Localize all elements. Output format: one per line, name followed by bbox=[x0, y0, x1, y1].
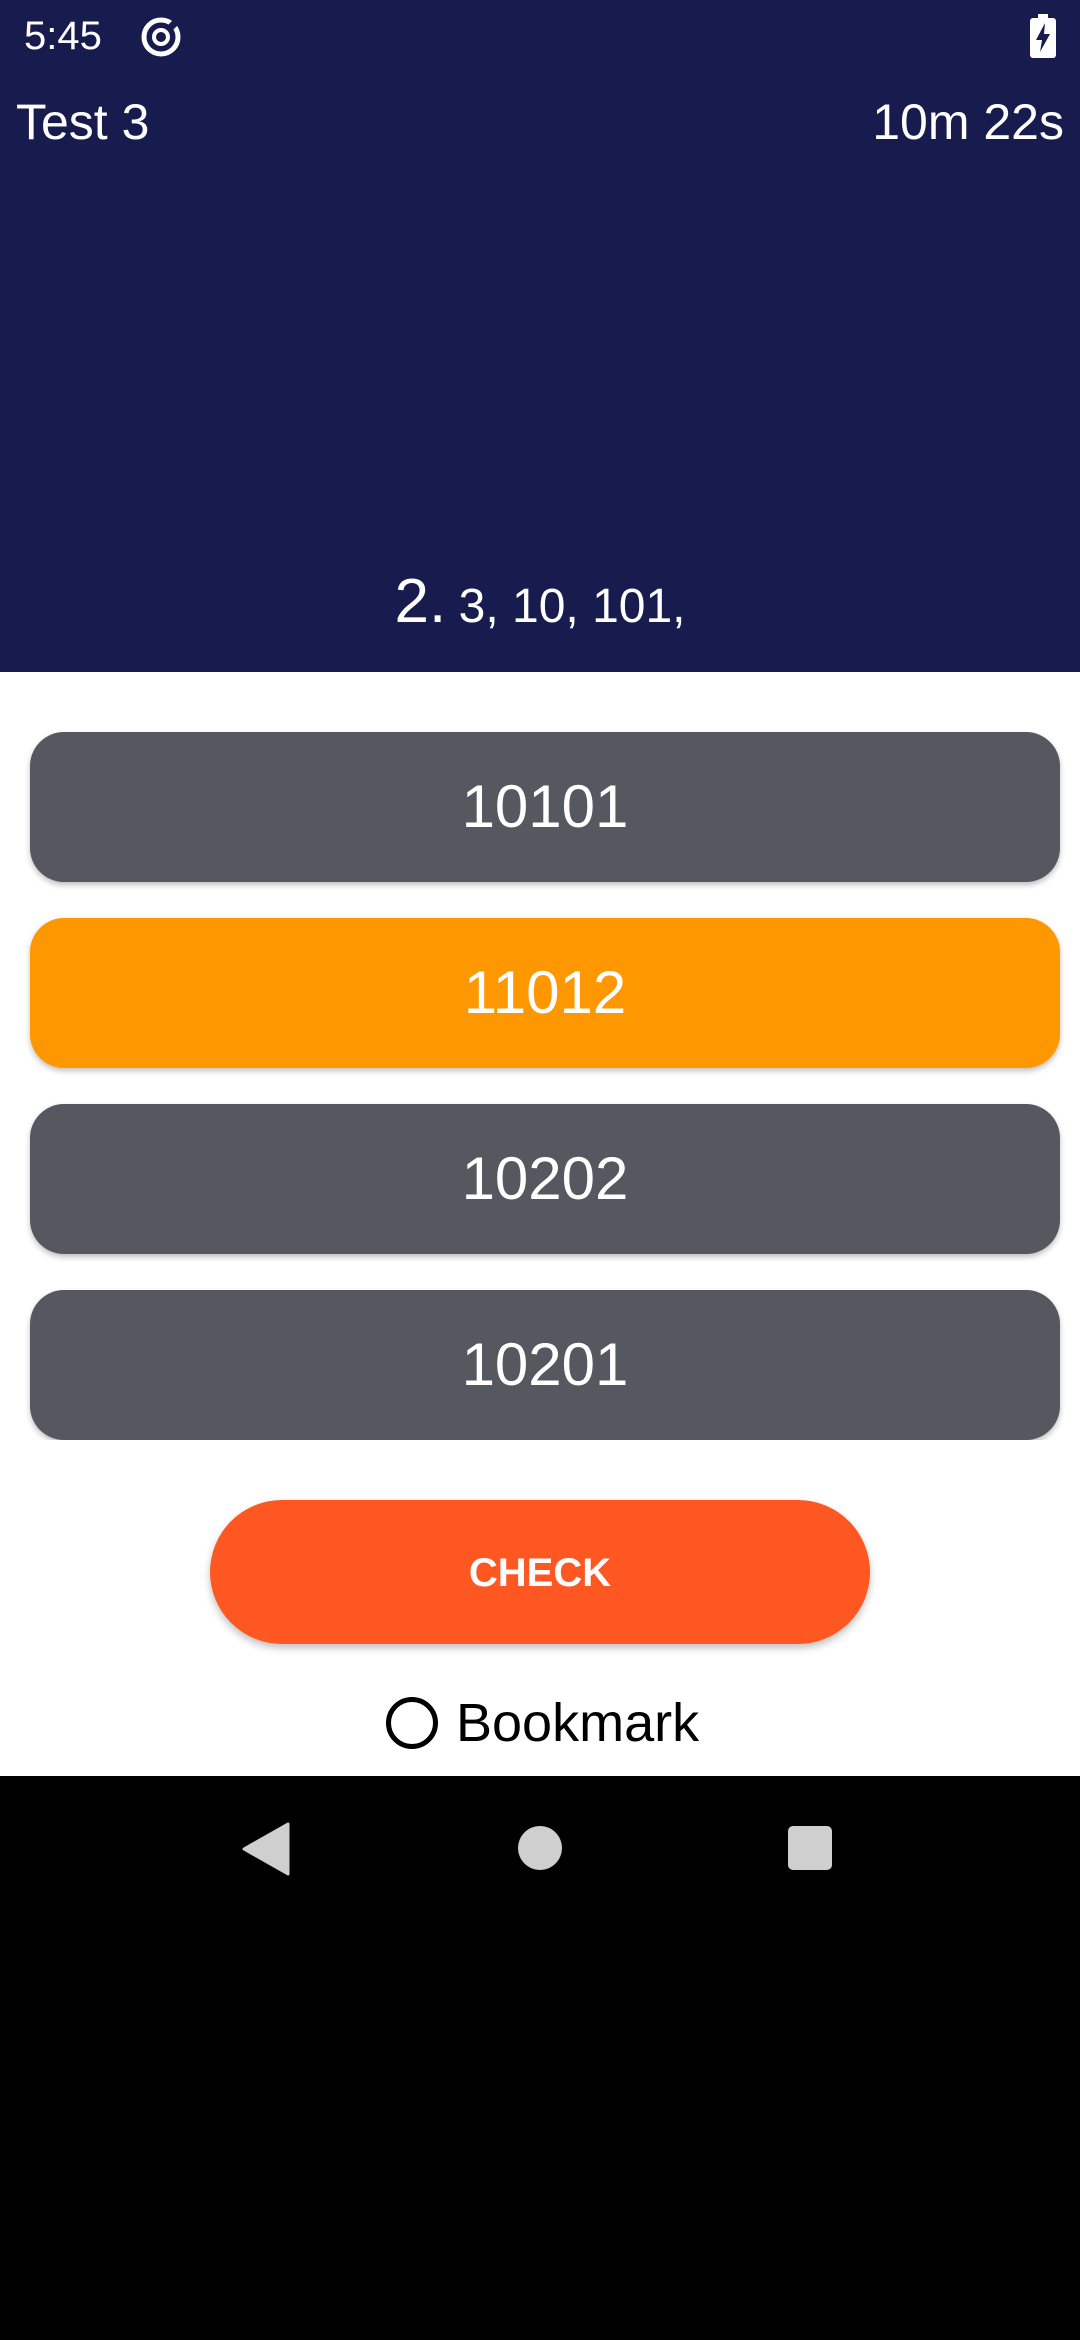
answer-option-2[interactable]: 11012 bbox=[30, 918, 1060, 1068]
question-number: 2. bbox=[394, 567, 447, 636]
question: 2. 3, 10, 101, bbox=[0, 566, 1080, 637]
status-bar: 5:45 bbox=[0, 0, 1080, 72]
battery-charging-icon bbox=[1030, 14, 1056, 58]
test-title: Test 3 bbox=[16, 94, 150, 150]
system-nav-bar bbox=[0, 1776, 1080, 1920]
bookmark-toggle[interactable]: Bookmark bbox=[386, 1688, 699, 1758]
quiz-header: 5:45 Test 3 10m 22s 2. 3, 10, 101, bbox=[0, 0, 1080, 672]
bookmark-label[interactable]: Bookmark bbox=[456, 1692, 699, 1754]
answer-list[interactable]: 10101 11012 10202 10201 bbox=[0, 672, 1080, 1440]
recents-square-icon[interactable] bbox=[788, 1826, 832, 1870]
question-text: 3, 10, 101, bbox=[458, 580, 686, 633]
answer-option-3[interactable]: 10202 bbox=[30, 1104, 1060, 1254]
check-button[interactable]: CHECK bbox=[210, 1500, 870, 1644]
back-triangle-icon[interactable] bbox=[240, 1822, 290, 1876]
answer-option-4[interactable]: 10201 bbox=[30, 1290, 1060, 1440]
radio-unchecked-icon[interactable] bbox=[386, 1697, 438, 1749]
countdown-timer: 10m 22s bbox=[872, 94, 1064, 150]
home-circle-icon[interactable] bbox=[518, 1826, 562, 1870]
answer-area: 10101 11012 10202 10201 CHECK Bookmark bbox=[0, 672, 1080, 1776]
answer-option-1[interactable]: 10101 bbox=[30, 732, 1060, 882]
data-saver-icon bbox=[141, 17, 181, 57]
screen: 5:45 Test 3 10m 22s 2. 3, 10, 101, 10101… bbox=[0, 0, 1080, 2340]
status-time: 5:45 bbox=[24, 14, 102, 58]
